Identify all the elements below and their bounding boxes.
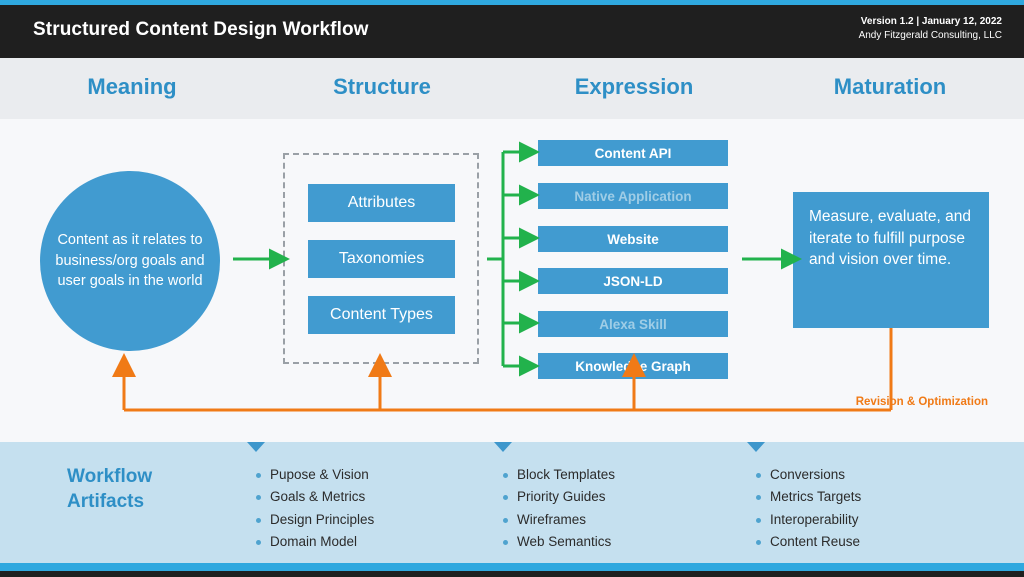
structure-box-content-types: Content Types <box>308 296 455 334</box>
phase-label-meaning: Meaning <box>87 74 177 99</box>
workflow-artifacts-title: Workflow Artifacts <box>67 464 152 514</box>
structure-box-attributes: Attributes <box>308 184 455 222</box>
expression-bar-content-api: Content API <box>538 140 728 166</box>
artifact-column-marker-3 <box>747 442 765 452</box>
artifact-column-meaning: Pupose & Vision Goals & Metrics Design Pri… <box>256 464 374 554</box>
maturation-box-text: Measure, evaluate, and iterate to fulfil… <box>809 208 971 269</box>
company-name: Andy Fitzgerald Consulting, LLC <box>858 29 1002 41</box>
artifact-column-maturation: Conversions Metrics Targets Interoperabili… <box>756 464 861 554</box>
meaning-circle: Content as it relates to business/org go… <box>40 171 220 351</box>
artifact-item: Priority Guides <box>503 486 615 508</box>
meaning-circle-text: Content as it relates to business/org go… <box>55 232 205 290</box>
phase-label-maturation: Maturation <box>833 74 947 99</box>
diagram-canvas: Structured Content Design Workflow Versi… <box>0 0 1024 577</box>
artifact-item: Content Reuse <box>756 531 861 553</box>
phase-label-expression: Expression <box>574 74 694 99</box>
artifact-item: Metrics Targets <box>756 486 861 508</box>
artifacts-title-line-2: Artifacts <box>67 491 145 513</box>
maturation-box: Measure, evaluate, and iterate to fulfil… <box>793 192 989 328</box>
phase-label-structure: Structure <box>333 74 431 99</box>
artifact-item: Pupose & Vision <box>256 464 374 486</box>
version-date: Version 1.2 | January 12, 2022 <box>860 16 1002 27</box>
artifacts-title-line-1: Workflow <box>67 466 153 487</box>
structure-box-taxonomies: Taxonomies <box>308 240 455 278</box>
artifact-item: Goals & Metrics <box>256 486 374 508</box>
bottom-dark-bar <box>0 571 1024 577</box>
artifact-column-expression: Block Templates Priority Guides Wireframes… <box>503 464 615 554</box>
artifact-column-marker-1 <box>247 442 265 452</box>
artifact-item: Wireframes <box>503 509 615 531</box>
bottom-accent-bar <box>0 563 1024 571</box>
expression-bar-knowledge-graph: Knowledge Graph <box>538 353 728 379</box>
artifact-item: Web Semantics <box>503 531 615 553</box>
feedback-loop-label: Revision & Optimization <box>855 396 988 408</box>
artifact-item: Domain Model <box>256 531 374 553</box>
header-metadata: Version 1.2 | January 12, 2022 Andy Fitz… <box>859 15 1002 42</box>
page-title: Structured Content Design Workflow <box>33 19 369 40</box>
expression-bar-alexa-skill: Alexa Skill <box>538 311 728 337</box>
expression-bar-json-ld: JSON-LD <box>538 268 728 294</box>
artifact-item: Conversions <box>756 464 861 486</box>
expression-bar-native-application: Native Application <box>538 183 728 209</box>
artifact-column-marker-2 <box>494 442 512 452</box>
artifact-item: Design Principles <box>256 509 374 531</box>
expression-bar-website: Website <box>538 226 728 252</box>
artifact-item: Interoperability <box>756 509 861 531</box>
artifact-item: Block Templates <box>503 464 615 486</box>
